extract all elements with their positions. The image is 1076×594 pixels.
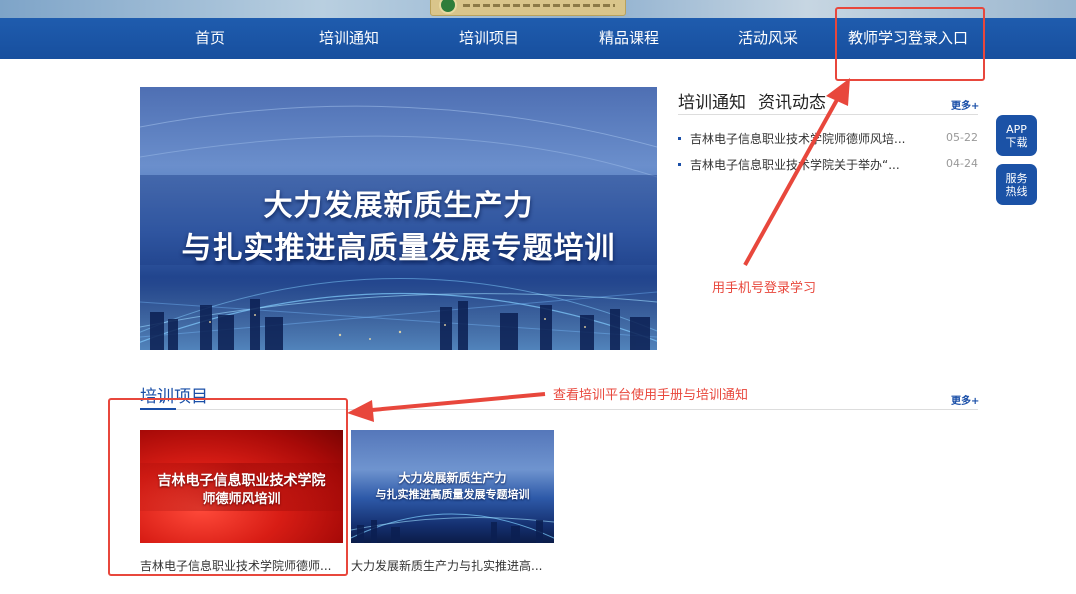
news-more-link[interactable]: 更多+ bbox=[951, 97, 979, 112]
tab-training-notices[interactable]: 培训通知 bbox=[678, 88, 746, 113]
divider bbox=[678, 114, 978, 115]
arrow-left-icon bbox=[371, 392, 546, 412]
news-item[interactable]: 吉林电子信息职业技术学院师德师风培... 05-22 bbox=[678, 130, 978, 148]
nav-home[interactable]: 首页 bbox=[195, 18, 225, 59]
nav-courses[interactable]: 精品课程 bbox=[599, 18, 659, 59]
arrow-head-icon bbox=[347, 400, 374, 422]
nav-training-notices[interactable]: 培训通知 bbox=[319, 18, 379, 59]
project-caption: 大力发展新质生产力与扎实推进高... bbox=[351, 559, 543, 573]
project-card[interactable]: 大力发展新质生产力 与扎实推进高质量发展专题培训 大力发展新质生产力与扎实推进高… bbox=[351, 430, 554, 574]
arrow-up-icon bbox=[743, 97, 840, 266]
manual-hint-text: 查看培训平台使用手册与培训通知 bbox=[553, 388, 749, 403]
projects-highlight-box bbox=[108, 398, 348, 576]
hero-title-line1: 大力发展新质生产力 bbox=[263, 188, 534, 222]
tab-news-updates[interactable]: 资讯动态 bbox=[758, 88, 826, 113]
arrow-head-icon bbox=[826, 78, 850, 106]
hero-banner[interactable]: 大力发展新质生产力 与扎实推进高质量发展专题培训 bbox=[140, 87, 657, 350]
news-date: 05-22 bbox=[946, 131, 978, 144]
app-download-button[interactable]: APP 下载 bbox=[996, 115, 1037, 156]
login-highlight-box bbox=[835, 7, 985, 81]
project-thumbnail: 大力发展新质生产力 与扎实推进高质量发展专题培训 bbox=[351, 430, 554, 543]
projects-more-link[interactable]: 更多+ bbox=[951, 392, 979, 407]
hero-title-line2: 与扎实推进高质量发展专题培训 bbox=[181, 231, 616, 266]
login-hint-text: 用手机号登录学习 bbox=[712, 281, 817, 296]
nav-training-projects[interactable]: 培训项目 bbox=[459, 18, 519, 59]
news-date: 04-24 bbox=[946, 157, 978, 170]
bullet-icon bbox=[678, 137, 681, 140]
nav-activities[interactable]: 活动风采 bbox=[738, 18, 798, 59]
bullet-icon bbox=[678, 163, 681, 166]
news-item[interactable]: 吉林电子信息职业技术学院关于举办“... 04-24 bbox=[678, 156, 978, 174]
school-emblem-icon bbox=[439, 0, 457, 14]
school-logo bbox=[430, 0, 626, 16]
service-hotline-button[interactable]: 服务 热线 bbox=[996, 164, 1037, 205]
